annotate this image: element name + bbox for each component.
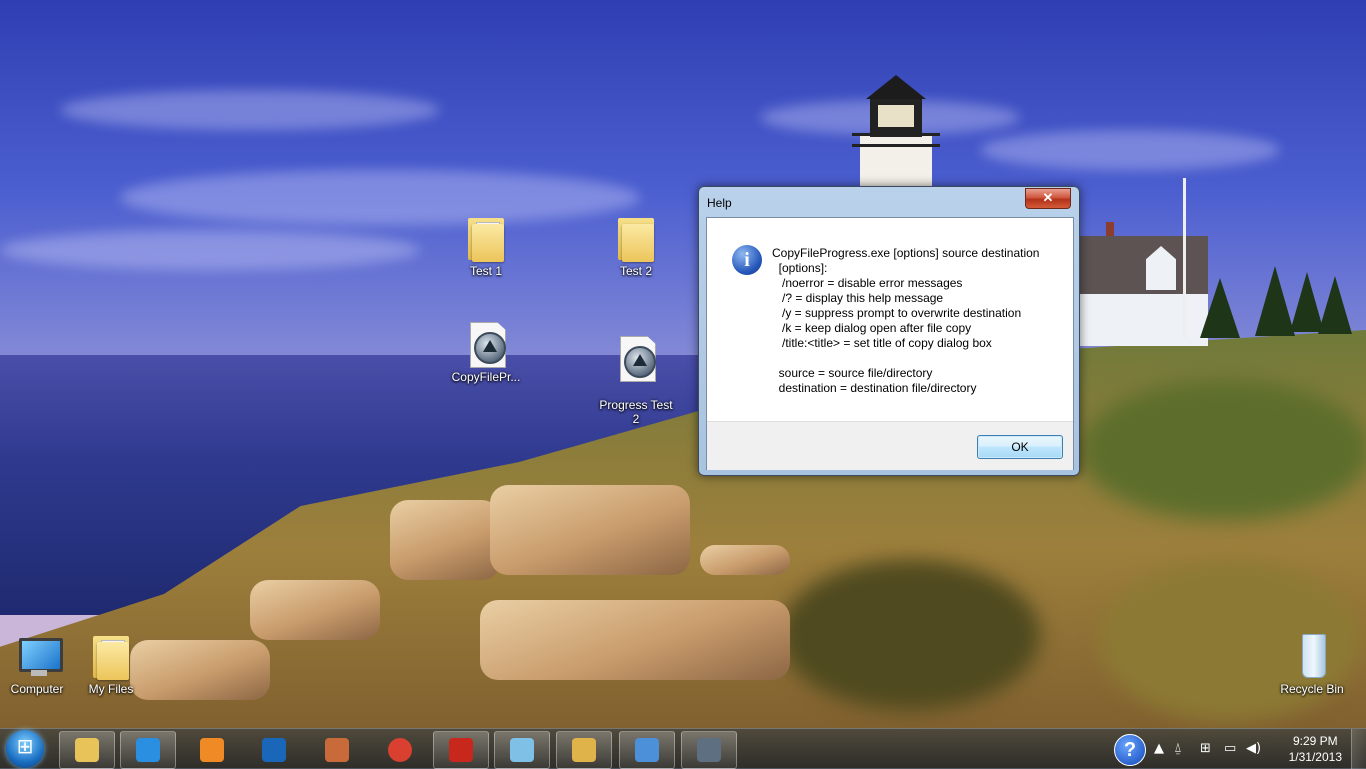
taskbar-button-paint[interactable]: [556, 731, 612, 769]
help-tray-icon[interactable]: ?: [1114, 734, 1146, 766]
copyfileprogress-tray-icon[interactable]: ⍙: [1174, 741, 1182, 756]
desktop-icon-copyfileprogress[interactable]: CopyFilePr...: [446, 320, 526, 384]
adobe-reader-icon: [449, 738, 473, 762]
folder-icon: [462, 214, 510, 262]
taskbar-button-windows-explorer[interactable]: [59, 731, 115, 769]
taskbar: ? ▲ ⍙ ⊞ ▭ ◀) 9:29 PM 1/31/2013: [0, 728, 1366, 769]
taskbar-button-hp[interactable]: [246, 731, 302, 769]
dialog-title: Help: [707, 196, 732, 210]
clock-date: 1/31/2013: [1288, 750, 1342, 764]
app-shortcut-icon: [612, 334, 660, 382]
desktop-icon-label: Progress Test 2: [599, 398, 673, 426]
chrome-icon: [388, 738, 412, 762]
control-panel-icon: [635, 738, 659, 762]
taskbar-button-chrome[interactable]: [372, 731, 428, 769]
dialog-message-area: i CopyFileProgress.exe [options] source …: [707, 218, 1073, 421]
desktop-icon-label: CopyFilePr...: [451, 370, 521, 384]
computer-icon: [13, 632, 63, 680]
paint-icon: [572, 738, 596, 762]
close-button[interactable]: ✕: [1025, 188, 1071, 209]
show-desktop-button[interactable]: [1351, 729, 1366, 769]
dialog-button-bar: OK: [707, 421, 1073, 470]
desktop-icon-label: Test 1: [469, 264, 502, 278]
copyfileprogress-icon: [697, 738, 721, 762]
windows-explorer-icon: [75, 738, 99, 762]
ok-button[interactable]: OK: [977, 435, 1063, 459]
taskbar-button-copyfileprogress[interactable]: [681, 731, 737, 769]
taskbar-button-remote-desktop[interactable]: [309, 731, 365, 769]
hp-icon: [262, 738, 286, 762]
folder-icon: [87, 632, 135, 680]
clock[interactable]: 9:29 PM 1/31/2013: [1289, 733, 1342, 765]
desktop-wallpaper: [0, 0, 1366, 768]
information-icon: i: [732, 245, 762, 275]
start-button[interactable]: [6, 730, 44, 768]
show-hidden-icons-arrow-icon[interactable]: ▲: [1154, 741, 1164, 756]
desktop-icon-label: Computer: [10, 682, 64, 696]
taskbar-button-adobe-reader[interactable]: [433, 731, 489, 769]
taskbar-button-internet-explorer[interactable]: [120, 731, 176, 769]
remote-desktop-icon: [325, 738, 349, 762]
dialog-client-area: i CopyFileProgress.exe [options] source …: [706, 217, 1074, 470]
help-dialog[interactable]: Help ✕ i CopyFileProgress.exe [options] …: [698, 186, 1080, 476]
desktop-icon-test-2[interactable]: Test 2: [596, 214, 676, 278]
notepad-icon: [510, 738, 534, 762]
folder-icon: [612, 214, 660, 262]
network-icon[interactable]: ▭: [1224, 741, 1236, 756]
help-message: CopyFileProgress.exe [options] source de…: [772, 246, 1040, 395]
desktop-icon-label: My Files: [88, 682, 134, 696]
notification-area: ? ▲ ⍙ ⊞ ▭ ◀) 9:29 PM 1/31/2013: [1106, 729, 1366, 769]
desktop-icon-test-1[interactable]: Test 1: [446, 214, 526, 278]
desktop-icon-computer[interactable]: Computer: [0, 632, 77, 696]
desktop-icon-label: Recycle Bin: [1280, 682, 1344, 696]
recycle-bin-icon: [1288, 632, 1336, 680]
taskbar-button-media-player[interactable]: [184, 731, 240, 769]
media-player-icon: [200, 738, 224, 762]
desktop-icon-my-files[interactable]: My Files: [71, 632, 151, 696]
taskbar-button-notepad[interactable]: [494, 731, 550, 769]
desktop-icon-progress-test-2[interactable]: Progress Test 2: [596, 320, 676, 440]
taskbar-button-control-panel[interactable]: [619, 731, 675, 769]
clock-time: 9:29 PM: [1292, 734, 1338, 748]
desktop-icon-recycle-bin[interactable]: Recycle Bin: [1272, 632, 1352, 696]
plug-icon[interactable]: ⊞: [1200, 741, 1211, 756]
volume-icon[interactable]: ◀): [1246, 741, 1261, 756]
internet-explorer-icon: [136, 738, 160, 762]
desktop-icon-label: Test 2: [619, 264, 652, 278]
app-shortcut-icon: [462, 320, 510, 368]
